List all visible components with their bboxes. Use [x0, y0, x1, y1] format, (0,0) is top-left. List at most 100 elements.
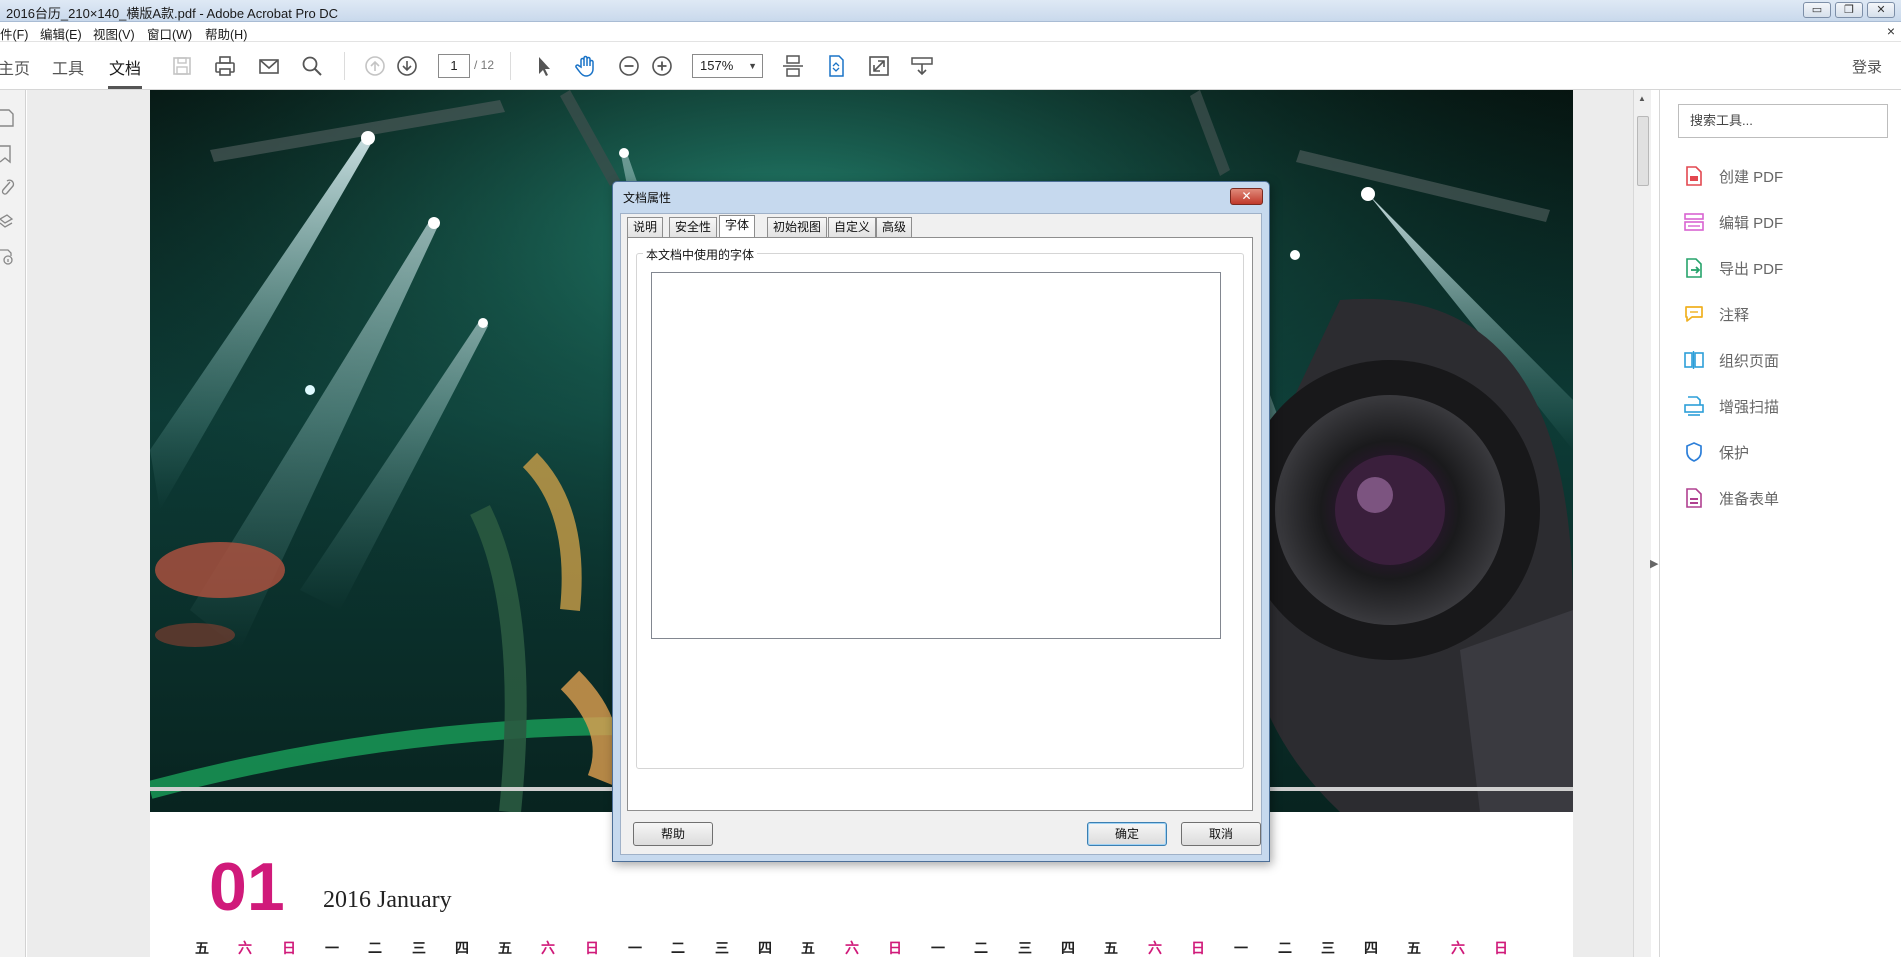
weekday-label: 三	[715, 940, 729, 956]
save-icon[interactable]	[168, 52, 196, 80]
tab-tools[interactable]: 工具	[52, 55, 84, 79]
tool-export-pdf[interactable]: 导出 PDF	[1682, 252, 1892, 282]
dialog-body: 说明 安全性 字体 初始视图 自定义 高级 本文档中使用的字体 帮助 确定 取消	[620, 213, 1262, 855]
fonts-group-label: 本文档中使用的字体	[643, 246, 758, 263]
weekday-label: 五	[498, 940, 512, 956]
font-list-box[interactable]	[651, 272, 1221, 639]
attachments-icon[interactable]	[0, 178, 18, 198]
select-cursor-icon[interactable]	[529, 52, 557, 80]
restore-button[interactable]: ❐	[1835, 2, 1863, 18]
tool-prepare-form[interactable]: 准备表单	[1682, 482, 1892, 512]
page-thumbnails-icon[interactable]	[0, 108, 18, 128]
left-navigation-pane	[0, 90, 26, 957]
weekday-label: 四	[1061, 940, 1075, 956]
weekday-label: 六	[541, 940, 555, 956]
window-close-button[interactable]: ✕	[1867, 2, 1895, 18]
weekday-label: 日	[1191, 940, 1205, 956]
dialog-close-button[interactable]: ✕	[1230, 188, 1263, 205]
weekday-label: 六	[1451, 940, 1465, 956]
calendar-month-number: 01	[209, 849, 285, 925]
weekday-label: 六	[1148, 940, 1162, 956]
tool-search-input[interactable]: 搜索工具...	[1678, 104, 1888, 138]
weekday-label: 四	[758, 940, 772, 956]
tab-custom[interactable]: 自定义	[828, 217, 877, 237]
fit-page-icon[interactable]	[822, 52, 850, 80]
weekday-label: 三	[412, 940, 426, 956]
zoom-in-icon[interactable]	[648, 52, 676, 80]
minimize-button[interactable]: ▭	[1803, 2, 1831, 18]
tab-advanced[interactable]: 高级	[876, 217, 913, 237]
scrollbar-thumb[interactable]	[1637, 116, 1649, 186]
weekday-label: 五	[1104, 940, 1118, 956]
menu-view[interactable]: 视图(V)	[93, 24, 135, 43]
help-button[interactable]: 帮助	[633, 822, 713, 846]
tool-label: 创建 PDF	[1719, 169, 1784, 186]
scroll-mode-icon[interactable]	[779, 52, 807, 80]
tab-document[interactable]: 文档	[109, 55, 141, 79]
organize-pages-icon	[1682, 348, 1706, 372]
menu-help[interactable]: 帮助(H)	[205, 24, 247, 43]
bookmarks-icon[interactable]	[0, 144, 18, 164]
weekday-label: 五	[1407, 940, 1421, 956]
scroll-up-arrow-icon[interactable]: ▲	[1638, 94, 1646, 103]
security-icon[interactable]	[0, 246, 18, 266]
window-title: 2016台历_210×140_横版A款.pdf - Adobe Acrobat …	[6, 6, 339, 21]
weekday-label: 一	[931, 940, 945, 956]
tool-label: 导出 PDF	[1719, 261, 1784, 278]
full-screen-icon[interactable]	[865, 52, 893, 80]
document-close-button[interactable]: ×	[1887, 23, 1895, 39]
weekday-label: 四	[455, 940, 469, 956]
weekday-label: 三	[1321, 940, 1335, 956]
cancel-button[interactable]: 取消	[1181, 822, 1261, 846]
read-mode-icon[interactable]	[908, 52, 936, 80]
tab-description[interactable]: 说明	[627, 217, 664, 237]
window-title-bar: 2016台历_210×140_横版A款.pdf - Adobe Acrobat …	[0, 0, 1901, 22]
tool-label: 准备表单	[1719, 491, 1780, 508]
weekday-label: 六	[238, 940, 252, 956]
tool-enhance-scan[interactable]: 增强扫描	[1682, 390, 1892, 420]
tool-protect[interactable]: 保护	[1682, 436, 1892, 466]
right-pane-collapse-icon[interactable]: ▶	[1650, 557, 1658, 570]
page-total: / 12	[474, 58, 495, 72]
calendar-weekday-row: 五六日一二三四五六日一二三四五六日一二三四五六日一二三四五六日	[195, 938, 1565, 957]
menu-window[interactable]: 窗口(W)	[147, 24, 192, 43]
page-down-icon[interactable]	[393, 52, 421, 80]
login-link[interactable]: 登录	[1852, 56, 1882, 77]
layers-icon[interactable]	[0, 212, 18, 232]
ok-button[interactable]: 确定	[1087, 822, 1167, 846]
menu-file[interactable]: 件(F)	[0, 24, 28, 43]
hand-tool-icon[interactable]	[572, 52, 600, 80]
weekday-label: 日	[1494, 940, 1508, 956]
zoom-level-select[interactable]: 157% ▼	[692, 54, 763, 78]
fonts-tab-panel: 本文档中使用的字体	[627, 237, 1253, 811]
tool-organize-pages[interactable]: 组织页面	[1682, 344, 1892, 374]
email-icon[interactable]	[255, 52, 283, 80]
tool-comment[interactable]: 注释	[1682, 298, 1892, 328]
tab-initial-view[interactable]: 初始视图	[767, 217, 828, 237]
tools-pane: 搜索工具... 创建 PDF 编辑 PDF 导出 PDF 注释 组织页面 增强扫…	[1659, 90, 1901, 957]
create-pdf-icon	[1682, 164, 1706, 188]
tool-create-pdf[interactable]: 创建 PDF	[1682, 160, 1892, 190]
tab-security[interactable]: 安全性	[669, 217, 718, 237]
prepare-form-icon	[1682, 486, 1706, 510]
weekday-label: 五	[801, 940, 815, 956]
menu-edit[interactable]: 编辑(E)	[40, 24, 82, 43]
tool-label: 注释	[1719, 307, 1750, 324]
main-toolbar: 主页 工具 文档 1 / 12 157% ▼ 登录	[0, 42, 1901, 90]
edit-pdf-icon	[1682, 210, 1706, 234]
active-tab-indicator	[108, 86, 142, 89]
zoom-out-icon[interactable]	[615, 52, 643, 80]
print-icon[interactable]	[211, 52, 239, 80]
vertical-scrollbar[interactable]: ▲	[1633, 90, 1651, 957]
tool-label: 编辑 PDF	[1719, 215, 1784, 232]
page-up-icon[interactable]	[361, 52, 389, 80]
tab-fonts[interactable]: 字体	[719, 215, 756, 238]
tab-home[interactable]: 主页	[0, 55, 30, 79]
tool-edit-pdf[interactable]: 编辑 PDF	[1682, 206, 1892, 236]
search-icon[interactable]	[298, 52, 326, 80]
tool-label: 保护	[1719, 445, 1750, 462]
weekday-label: 一	[628, 940, 642, 956]
page-number-input[interactable]: 1	[438, 54, 470, 78]
weekday-label: 五	[195, 940, 209, 956]
calendar-month-title: 2016 January	[323, 887, 452, 913]
